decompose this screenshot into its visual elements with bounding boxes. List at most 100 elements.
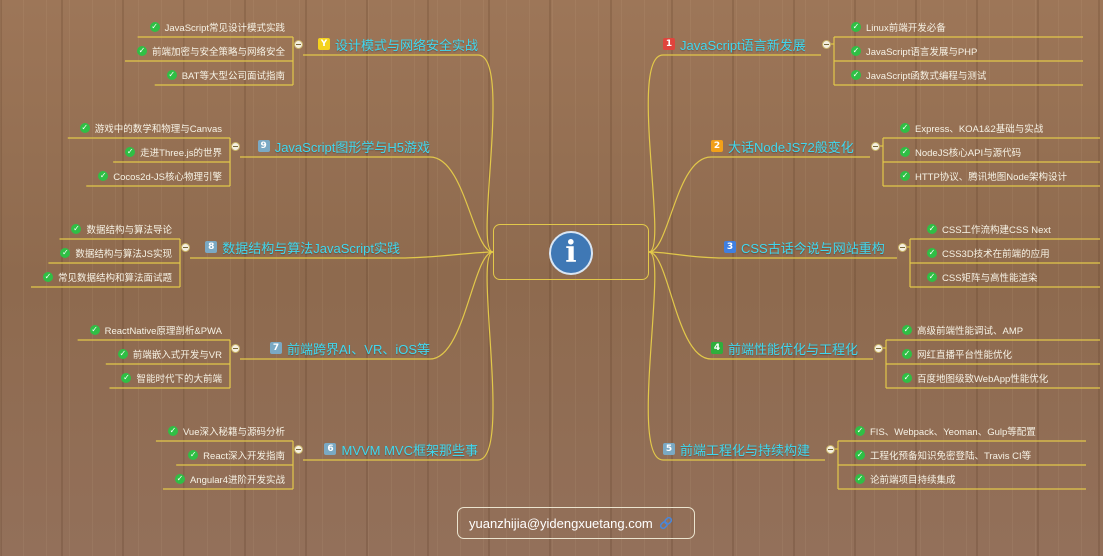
email-address: yuanzhijia@yidengxuetang.com: [469, 515, 653, 531]
subtopic-item[interactable]: ✓ 工程化预备知识免密登陆、Travis CI等: [855, 447, 1031, 463]
topic-label: JavaScript图形学与H5游戏: [274, 139, 430, 155]
topic-label: MVVM MVC框架那些事: [341, 442, 478, 458]
topic-left-1[interactable]: Y 设计模式与网络安全实战: [317, 33, 478, 55]
subtopic-label: 常见数据结构和算法面试题: [57, 273, 172, 284]
subtopic-item[interactable]: ✓ CSS矩阵与高性能渲染: [927, 269, 1038, 285]
connector-line: [399, 251, 494, 259]
subtopic-item[interactable]: ✓ HTTP协议、腾讯地图Node架构设计: [900, 168, 1067, 184]
check-icon: ✓: [851, 70, 861, 80]
topic-right-2[interactable]: 2 大话NodeJS72般变化: [711, 135, 854, 157]
subtopic-label: JavaScript语言发展与PHP: [866, 47, 978, 58]
subtopic-item[interactable]: ✓ 数据结构与算法JS实现: [60, 245, 172, 261]
subtopic-item[interactable]: ✓ 前端嵌入式开发与VR: [117, 346, 222, 362]
topic-label: 大话NodeJS72般变化: [728, 139, 854, 155]
subtopic-item[interactable]: ✓ ReactNative原理剖析&PWA: [89, 322, 222, 338]
connector-line: [648, 251, 712, 360]
priority-badge-icon: 5: [663, 443, 675, 455]
subtopic-item[interactable]: ✓ Vue深入秘籍与源码分析: [167, 423, 285, 439]
subtopic-item[interactable]: ✓ 智能时代下的大前端: [121, 370, 222, 386]
check-icon: ✓: [89, 325, 100, 335]
check-icon: ✓: [927, 224, 937, 234]
check-icon: ✓: [136, 46, 147, 56]
subtopic-item[interactable]: ✓ React深入开发指南: [188, 447, 285, 463]
collapse-toggle-icon[interactable]: [825, 444, 835, 454]
subtopic-label: 前端加密与安全策略与网络安全: [151, 47, 285, 58]
subtopic-item[interactable]: ✓ 常见数据结构和算法面试题: [42, 269, 172, 285]
subtopic-label: FIS、Webpack、Yeoman、Gulp等配置: [870, 427, 1036, 438]
subtopic-label: 百度地图级致WebApp性能优化: [917, 374, 1049, 385]
subtopic-item[interactable]: ✓ 数据结构与算法导论: [71, 221, 172, 237]
topic-right-5[interactable]: 5 前端工程化与持续构建: [663, 438, 810, 460]
connector-line: [648, 251, 725, 259]
subtopic-item[interactable]: ✓ 前端加密与安全策略与网络安全: [136, 43, 285, 59]
check-icon: ✓: [188, 450, 199, 460]
check-icon: ✓: [117, 349, 128, 359]
topic-left-3[interactable]: 8 数据结构与算法JavaScript实践: [205, 236, 400, 258]
check-icon: ✓: [851, 22, 861, 32]
link-icon[interactable]: [659, 516, 673, 530]
subtopic-label: 论前端项目持续集成: [870, 475, 956, 486]
subtopic-label: 智能时代下的大前端: [136, 374, 222, 385]
subtopic-label: ReactNative原理剖析&PWA: [104, 326, 222, 337]
topic-label: 前端工程化与持续构建: [680, 442, 811, 458]
topic-right-1[interactable]: 1 JavaScript语言新发展: [663, 33, 806, 55]
collapse-toggle-icon[interactable]: [293, 444, 303, 454]
subtopic-item[interactable]: ✓ 百度地图级致WebApp性能优化: [902, 370, 1048, 386]
subtopic-item[interactable]: ✓ 论前端项目持续集成: [855, 471, 956, 487]
collapse-toggle-icon[interactable]: [293, 39, 303, 49]
topic-left-2[interactable]: 9 JavaScript图形学与H5游戏: [257, 135, 430, 157]
topic-right-4[interactable]: 4 前端性能优化与工程化: [711, 337, 858, 359]
subtopic-item[interactable]: ✓ FIS、Webpack、Yeoman、Gulp等配置: [855, 423, 1036, 439]
subtopic-label: CSS3D技术在前端的应用: [942, 249, 1050, 260]
topic-left-4[interactable]: 7 前端跨界AI、VR、iOS等: [269, 337, 430, 359]
subtopic-label: 数据结构与算法JS实现: [75, 249, 172, 260]
connector-line: [647, 251, 664, 461]
check-icon: ✓: [121, 373, 132, 383]
collapse-toggle-icon[interactable]: [870, 141, 880, 151]
subtopic-item[interactable]: ✓ 高级前端性能调试、AMP: [902, 322, 1023, 338]
central-topic[interactable]: i: [493, 224, 649, 280]
subtopic-item[interactable]: ✓ Cocos2d-JS核心物理引擎: [98, 168, 222, 184]
collapse-toggle-icon[interactable]: [897, 242, 907, 252]
subtopic-item[interactable]: ✓ Linux前端开发必备: [851, 19, 946, 35]
topic-right-3[interactable]: 3 CSS古话今说与网站重构: [724, 236, 885, 258]
subtopic-item[interactable]: ✓ Express、KOA1&2基础与实战: [900, 120, 1043, 136]
subtopic-item[interactable]: ✓ BAT等大型公司面试指南: [166, 67, 285, 83]
subtopic-item[interactable]: ✓ NodeJS核心API与源代码: [900, 144, 1021, 160]
collapse-toggle-icon[interactable]: [821, 39, 831, 49]
priority-badge-icon: 8: [205, 241, 218, 253]
subtopic-label: Express、KOA1&2基础与实战: [915, 124, 1044, 135]
collapse-toggle-icon[interactable]: [873, 343, 883, 353]
subtopic-item[interactable]: ✓ Angular4进阶开发实战: [174, 471, 285, 487]
subtopic-label: React深入开发指南: [203, 451, 285, 462]
subtopic-item[interactable]: ✓ 网红直播平台性能优化: [902, 346, 1012, 362]
subtopic-label: 高级前端性能调试、AMP: [917, 326, 1024, 337]
subtopic-label: Linux前端开发必备: [866, 23, 946, 34]
mind-map: i 1 JavaScript语言新发展 ✓ Linux前端开发必备 ✓ JavaScrip…: [0, 0, 1103, 556]
check-icon: ✓: [42, 272, 53, 282]
collapse-toggle-icon[interactable]: [230, 343, 240, 353]
collapse-toggle-icon[interactable]: [230, 141, 240, 151]
collapse-toggle-icon[interactable]: [180, 242, 190, 252]
topic-left-5[interactable]: 6 MVVM MVC框架那些事: [324, 438, 478, 460]
subtopic-item[interactable]: ✓ 走进Three.js的世界: [125, 144, 222, 160]
check-icon: ✓: [167, 426, 178, 436]
topic-label: JavaScript语言新发展: [680, 37, 806, 53]
subtopic-item[interactable]: ✓ JavaScript常见设计模式实践: [149, 19, 285, 35]
check-icon: ✓: [902, 349, 912, 359]
subtopic-label: 工程化预备知识免密登陆、Travis CI等: [870, 451, 1032, 462]
info-icon: i: [549, 231, 593, 275]
check-icon: ✓: [851, 46, 861, 56]
subtopic-item[interactable]: ✓ 游戏中的数学和物理与Canvas: [79, 120, 222, 136]
email-footer[interactable]: yuanzhijia@yidengxuetang.com: [457, 507, 695, 539]
subtopic-item[interactable]: ✓ JavaScript函数式编程与测试: [851, 67, 986, 83]
subtopic-label: 走进Three.js的世界: [140, 148, 222, 159]
priority-badge-icon: 9: [257, 140, 270, 152]
subtopic-label: Angular4进阶开发实战: [189, 475, 285, 486]
topic-label: 前端性能优化与工程化: [728, 341, 859, 357]
priority-badge-icon: 1: [663, 38, 675, 50]
subtopic-item[interactable]: ✓ CSS工作流构建CSS Next: [927, 221, 1051, 237]
subtopic-item[interactable]: ✓ JavaScript语言发展与PHP: [851, 43, 977, 59]
subtopic-item[interactable]: ✓ CSS3D技术在前端的应用: [927, 245, 1050, 261]
subtopic-label: BAT等大型公司面试指南: [181, 71, 285, 82]
